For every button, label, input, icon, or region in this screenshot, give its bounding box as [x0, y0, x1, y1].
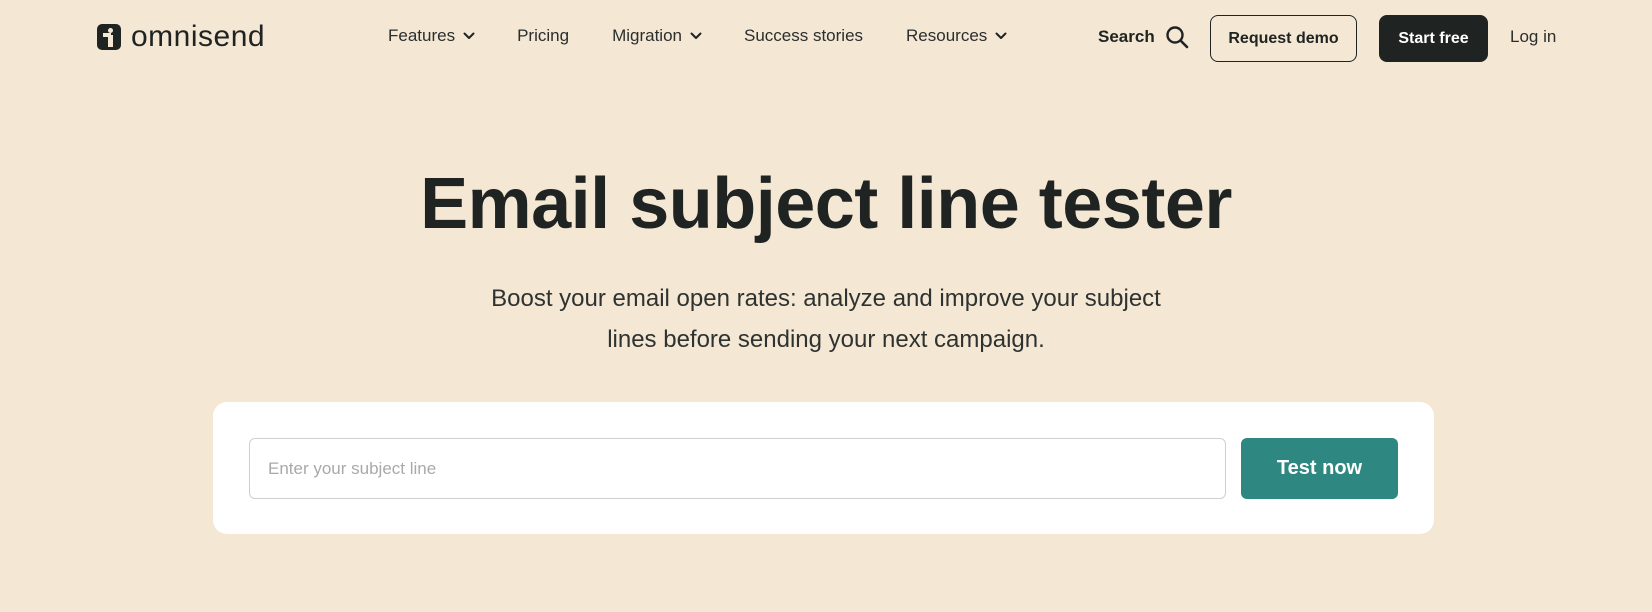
search-icon [1166, 26, 1189, 49]
nav-item-resources[interactable]: Resources [906, 26, 1007, 46]
chevron-down-icon [995, 32, 1007, 39]
nav-item-label: Success stories [743, 26, 864, 45]
chevron-down-icon [463, 32, 475, 39]
search-label: Search [1098, 27, 1155, 46]
nav-item-pricing[interactable]: Pricing [517, 26, 569, 46]
nav-item-features[interactable]: Features [388, 26, 475, 46]
page-subtitle: Boost your email open rates: analyze and… [476, 278, 1176, 360]
login-link[interactable]: Log in [1510, 27, 1556, 47]
nav-item-label: Features [388, 26, 456, 45]
nav-item-success-stories[interactable]: Success stories [744, 26, 863, 46]
omnisend-logo[interactable]: omnisend [97, 20, 265, 54]
subject-line-input[interactable] [249, 438, 1226, 499]
page-title: Email subject line tester [420, 164, 1232, 244]
nav-item-label: Resources [906, 26, 988, 45]
subtitle-line-2: lines before sending your next campaign. [607, 326, 1045, 353]
test-now-button[interactable]: Test now [1241, 438, 1398, 499]
main-nav: Features Pricing Migration Success stori… [388, 26, 1007, 46]
start-free-button[interactable]: Start free [1379, 15, 1488, 62]
search-button[interactable]: Search [1098, 25, 1189, 49]
brand-name: omnisend [131, 20, 266, 53]
subject-tester-card: Test now [213, 402, 1434, 534]
nav-item-label: Migration [612, 26, 682, 45]
nav-item-migration[interactable]: Migration [612, 26, 702, 46]
chevron-down-icon [690, 32, 702, 39]
omnisend-logo-icon [97, 24, 121, 50]
subtitle-line-1: Boost your email open rates: analyze and… [491, 285, 1161, 312]
nav-item-label: Pricing [517, 26, 570, 45]
request-demo-button[interactable]: Request demo [1210, 15, 1357, 62]
top-navigation: omnisend Features Pricing Migration Succ… [0, 0, 1652, 76]
